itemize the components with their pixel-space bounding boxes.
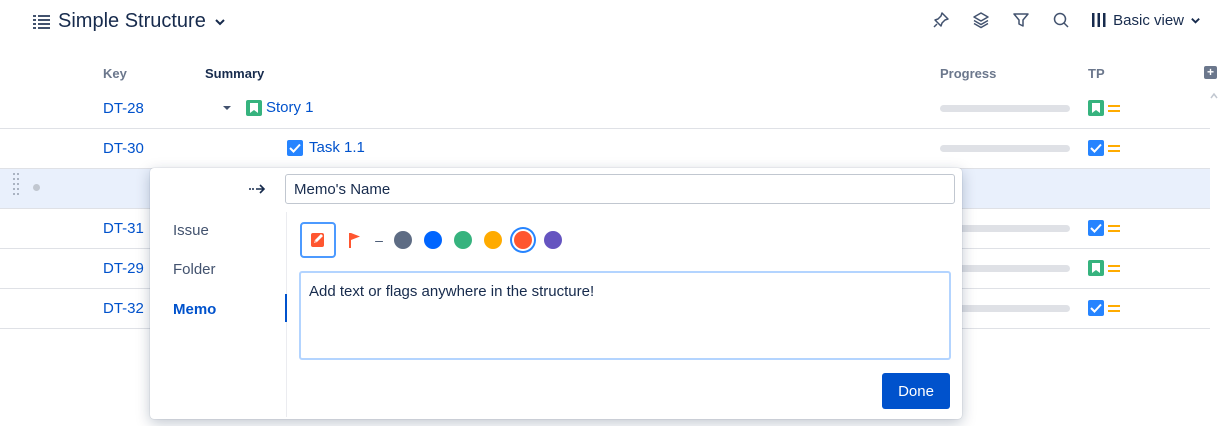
task-icon <box>1088 300 1104 316</box>
dotted-arrow-right-icon <box>249 184 266 194</box>
priority-medium-icon <box>1108 103 1120 113</box>
structure-list-icon <box>33 14 50 29</box>
tp-cell <box>1088 220 1120 236</box>
memo-note-icon <box>311 233 324 247</box>
scrollbar[interactable] <box>1209 88 1219 418</box>
tab-folder[interactable]: Folder <box>173 261 216 278</box>
drag-handle-icon[interactable] <box>12 172 20 196</box>
story-icon <box>1088 100 1104 116</box>
color-swatch-yellow[interactable] <box>484 231 502 249</box>
issue-key[interactable]: DT-31 <box>103 220 144 237</box>
columns-icon <box>1092 13 1106 27</box>
priority-medium-icon <box>1108 223 1120 233</box>
tp-cell <box>1088 100 1120 116</box>
active-tab-indicator <box>285 294 287 322</box>
chevron-down-icon <box>215 18 225 25</box>
story-icon <box>1088 260 1104 276</box>
no-icon-option[interactable]: – <box>372 232 386 248</box>
tab-memo[interactable]: Memo <box>173 301 216 318</box>
layers-icon[interactable] <box>971 10 991 30</box>
memo-name-input[interactable] <box>285 174 955 204</box>
story-icon <box>246 99 262 116</box>
row-status-dot-icon <box>33 184 40 191</box>
top-bar: Simple Structure Basic view <box>0 0 1221 44</box>
progress-bar <box>940 145 1070 152</box>
tp-cell <box>1088 300 1120 316</box>
flag-button[interactable] <box>336 222 372 258</box>
item-type-tabs: Issue Folder Memo <box>150 210 286 419</box>
add-column-button[interactable]: + <box>1204 66 1217 79</box>
memo-text-input[interactable]: Add text or flags anywhere in the struct… <box>299 271 951 360</box>
column-header-progress[interactable]: Progress <box>940 66 996 81</box>
structure-title: Simple Structure <box>58 10 206 32</box>
issue-key[interactable]: DT-28 <box>103 100 144 117</box>
color-swatch-blue[interactable] <box>424 231 442 249</box>
color-swatch-green[interactable] <box>454 231 472 249</box>
flag-icon <box>349 233 360 248</box>
color-swatch-purple[interactable] <box>544 231 562 249</box>
pin-icon[interactable] <box>931 10 951 30</box>
structure-title-button[interactable]: Simple Structure <box>33 10 226 33</box>
caret-down-icon[interactable] <box>222 103 232 113</box>
filter-icon[interactable] <box>1011 10 1031 30</box>
chevron-down-icon <box>1191 17 1200 24</box>
search-icon[interactable] <box>1051 10 1071 30</box>
view-label: Basic view <box>1113 11 1184 29</box>
priority-medium-icon <box>1108 303 1120 313</box>
memo-note-button[interactable] <box>300 222 336 258</box>
priority-medium-icon <box>1108 263 1120 273</box>
color-swatch-red[interactable] <box>514 231 532 249</box>
progress-bar <box>940 105 1070 112</box>
issue-summary[interactable]: Task 1.1 <box>309 139 365 156</box>
done-button[interactable]: Done <box>882 373 950 409</box>
column-headers: Key Summary Progress TP <box>0 66 1221 88</box>
view-selector-button[interactable]: Basic view <box>1091 12 1201 29</box>
issue-key[interactable]: DT-29 <box>103 260 144 277</box>
task-icon <box>1088 140 1104 156</box>
tp-cell <box>1088 260 1120 276</box>
table-row[interactable]: DT-30 Task 1.1 <box>0 129 1210 169</box>
issue-key[interactable]: DT-32 <box>103 300 144 317</box>
column-header-key[interactable]: Key <box>103 66 127 81</box>
issue-summary[interactable]: Story 1 <box>266 99 314 116</box>
memo-style-picker: – <box>300 222 568 258</box>
column-header-tp[interactable]: TP <box>1088 66 1105 81</box>
tab-issue[interactable]: Issue <box>173 222 209 239</box>
task-icon <box>287 139 303 156</box>
column-header-summary[interactable]: Summary <box>205 66 264 81</box>
color-swatch-grey[interactable] <box>394 231 412 249</box>
task-icon <box>1088 220 1104 236</box>
table-row[interactable]: DT-28 Story 1 <box>0 89 1210 129</box>
tp-cell <box>1088 140 1120 156</box>
issue-key[interactable]: DT-30 <box>103 140 144 157</box>
priority-medium-icon <box>1108 143 1120 153</box>
